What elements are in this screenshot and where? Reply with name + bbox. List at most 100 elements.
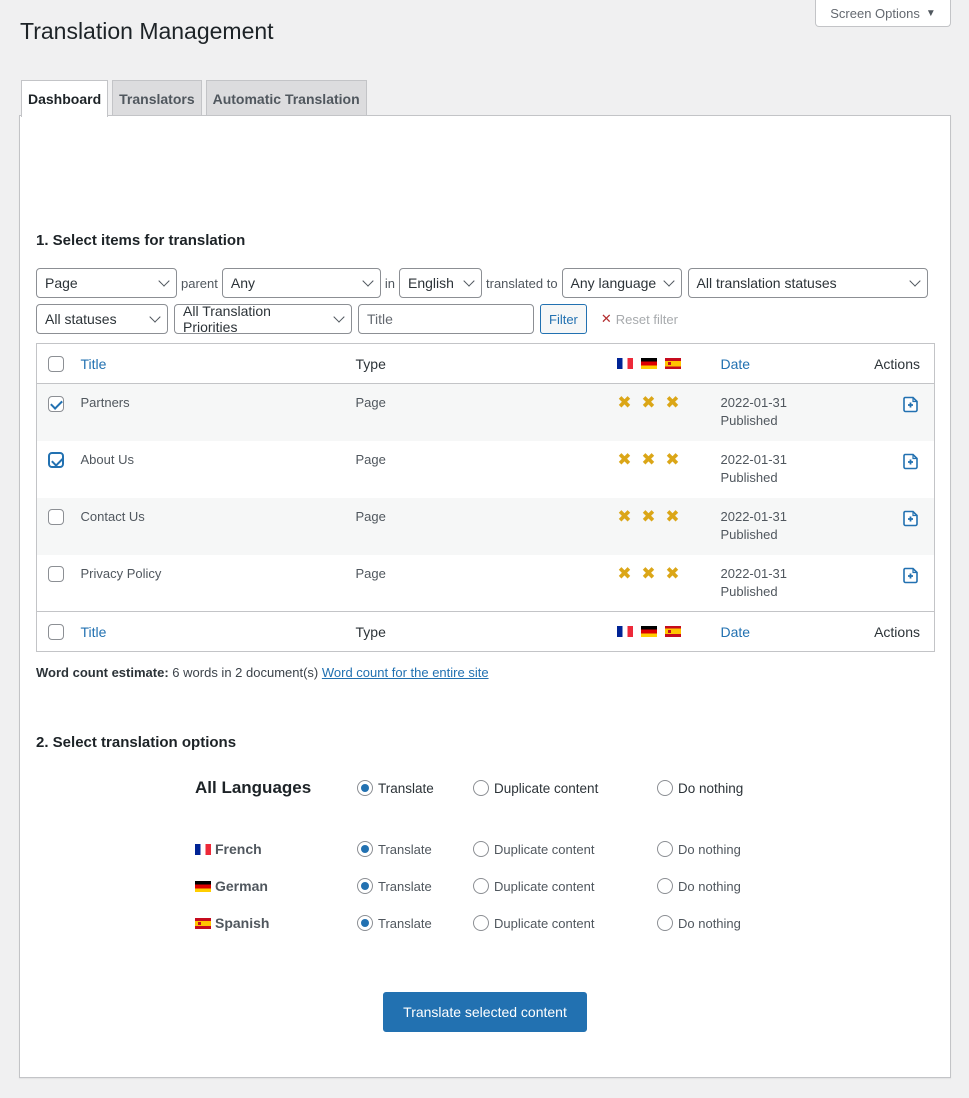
row-date: 2022-01-31 — [720, 395, 788, 410]
language-name: French — [215, 841, 262, 857]
french-translate-radio[interactable]: Translate — [357, 841, 473, 857]
post-status-select[interactable]: All statuses — [36, 304, 168, 334]
row-checkbox[interactable] — [48, 395, 64, 412]
table-footer-row: Title Type Date Actions — [36, 611, 935, 652]
title-search-input[interactable] — [358, 304, 534, 334]
row-type: Page — [355, 565, 386, 581]
not-translated-icon[interactable]: ✖ — [641, 394, 657, 411]
all-languages-row: All Languages Translate Duplicate conten… — [195, 776, 795, 800]
section-select-items-title: 1. Select items for translation — [36, 232, 246, 249]
german-translate-radio[interactable]: Translate — [357, 878, 473, 894]
radio-label: Translate — [378, 780, 434, 796]
type-column-header: Type — [355, 355, 386, 372]
radio-icon — [657, 915, 673, 931]
tab-dashboard[interactable]: Dashboard — [21, 80, 109, 117]
translation-status-select[interactable]: All translation statuses — [687, 268, 928, 298]
german-do-nothing-radio[interactable]: Do nothing — [657, 878, 741, 894]
radio-label: Duplicate content — [494, 780, 599, 796]
row-status: Published — [720, 469, 778, 485]
radio-icon — [657, 841, 673, 857]
sort-by-title-link[interactable]: Title — [81, 356, 107, 372]
sort-by-date-link[interactable]: Date — [721, 356, 751, 372]
not-translated-icon[interactable]: ✖ — [641, 451, 657, 468]
chevron-down-icon — [158, 275, 170, 287]
parent-select[interactable]: Any — [221, 268, 381, 298]
all-do-nothing-radio[interactable]: Do nothing — [657, 780, 743, 796]
translate-selected-content-button[interactable]: Translate selected content — [383, 992, 587, 1032]
radio-icon — [473, 915, 489, 931]
word-count-label: Word count estimate: — [36, 665, 169, 680]
page-title: Translation Management — [20, 18, 274, 44]
priority-select[interactable]: All Translation Priorities — [174, 303, 352, 335]
filter-button[interactable]: Filter — [540, 304, 587, 334]
row-date: 2022-01-31 — [720, 451, 788, 467]
all-translate-radio[interactable]: Translate — [357, 780, 473, 796]
radio-label: Translate — [378, 841, 432, 857]
radio-label: Translate — [378, 915, 432, 931]
not-translated-icon[interactable]: ✖ — [617, 565, 633, 582]
select-all-checkbox-footer[interactable] — [48, 624, 64, 641]
row-checkbox[interactable] — [48, 452, 64, 469]
tab-bar: Dashboard Translators Automatic Translat… — [21, 80, 367, 117]
radio-icon — [473, 878, 489, 894]
reset-filter-link[interactable]: ✕ Reset filter — [601, 311, 678, 327]
not-translated-icon[interactable]: ✖ — [617, 394, 633, 411]
word-count-site-link[interactable]: Word count for the entire site — [322, 665, 489, 680]
reset-filter-label: Reset filter — [615, 311, 678, 327]
spanish-translate-radio[interactable]: Translate — [357, 915, 473, 931]
not-translated-icon[interactable]: ✖ — [617, 451, 633, 468]
not-translated-icon[interactable]: ✖ — [617, 508, 633, 525]
post-type-select-value: Page — [45, 275, 78, 291]
flag-france-icon — [616, 626, 633, 637]
language-option-row: German Translate Duplicate content Do nothi… — [195, 874, 795, 898]
add-translation-job-icon[interactable] — [902, 509, 920, 530]
chevron-down-icon — [149, 311, 161, 323]
add-translation-job-icon[interactable] — [902, 566, 920, 587]
row-checkbox[interactable] — [48, 509, 64, 526]
source-language-select[interactable]: English — [399, 268, 482, 298]
actions-column-footer: Actions — [874, 623, 920, 640]
language-flags-footer — [611, 626, 705, 637]
not-translated-icon[interactable]: ✖ — [665, 565, 681, 582]
sort-by-date-link-footer[interactable]: Date — [721, 624, 751, 640]
french-duplicate-radio[interactable]: Duplicate content — [473, 841, 657, 857]
row-status: Published — [720, 526, 778, 542]
spanish-do-nothing-radio[interactable]: Do nothing — [657, 915, 741, 931]
all-duplicate-radio[interactable]: Duplicate content — [473, 780, 657, 796]
not-translated-icon[interactable]: ✖ — [665, 508, 681, 525]
add-translation-job-icon[interactable] — [902, 395, 920, 416]
flag-spain-icon — [664, 358, 681, 369]
post-type-select[interactable]: Page — [36, 268, 177, 298]
not-translated-icon[interactable]: ✖ — [665, 394, 681, 411]
screen-options-button[interactable]: Screen Options ▼ — [815, 0, 951, 27]
tab-automatic-translation[interactable]: Automatic Translation — [205, 80, 367, 116]
not-translated-icon[interactable]: ✖ — [665, 451, 681, 468]
french-do-nothing-radio[interactable]: Do nothing — [657, 841, 741, 857]
parent-select-value: Any — [230, 275, 255, 291]
language-option-row: French Translate Duplicate content Do nothi… — [195, 837, 795, 861]
radio-label: Duplicate content — [494, 878, 595, 894]
radio-icon — [473, 780, 489, 796]
tab-translators[interactable]: Translators — [112, 80, 202, 116]
priority-value: All Translation Priorities — [183, 303, 271, 335]
not-translated-icon[interactable]: ✖ — [641, 565, 657, 582]
row-checkbox[interactable] — [48, 566, 64, 583]
add-translation-job-icon[interactable] — [902, 452, 920, 473]
flag-germany-icon — [640, 358, 657, 369]
target-language-select[interactable]: Any language — [561, 268, 682, 298]
items-table: Title Type Date Actions Partners Page ✖ ✖… — [36, 343, 935, 652]
actions-column-header: Actions — [874, 355, 920, 372]
german-duplicate-radio[interactable]: Duplicate content — [473, 878, 657, 894]
caret-down-icon: ▼ — [925, 7, 936, 19]
source-language-value: English — [408, 275, 454, 291]
row-status: Published — [720, 583, 778, 599]
filter-bar: Page parent Any in English translated to… — [36, 268, 932, 340]
not-translated-icon[interactable]: ✖ — [641, 508, 657, 525]
spanish-duplicate-radio[interactable]: Duplicate content — [473, 915, 657, 931]
language-option-row: Spanish Translate Duplicate content Do noth… — [195, 911, 795, 935]
word-count-estimate: Word count estimate: 6 words in 2 docume… — [36, 665, 489, 680]
sort-by-title-link-footer[interactable]: Title — [81, 624, 107, 640]
select-all-checkbox[interactable] — [48, 356, 64, 373]
translation-status-value: All translation statuses — [696, 275, 837, 291]
row-date: 2022-01-31 — [720, 565, 788, 581]
